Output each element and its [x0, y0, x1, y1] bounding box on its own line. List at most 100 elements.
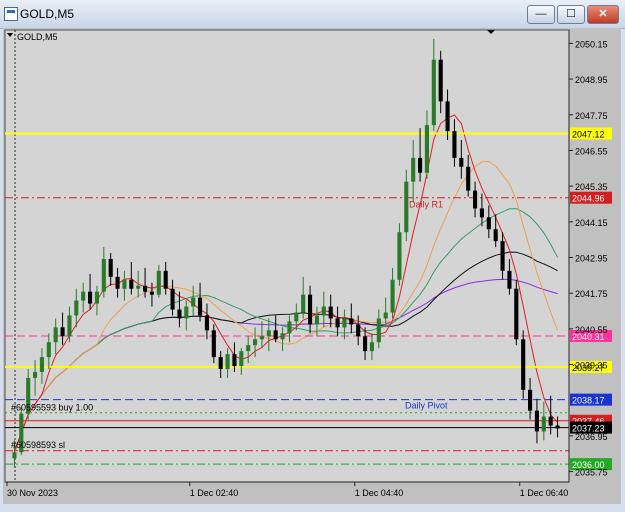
- level-price-tag: 2038.17: [570, 393, 612, 406]
- candle-body: [301, 294, 306, 313]
- candle-body: [211, 330, 216, 358]
- chart-frame: 2047.12 2044.96 2040.31 2039.27 2038.17 2037.…: [3, 28, 621, 504]
- candle-body: [500, 241, 505, 271]
- candle-body: [376, 318, 381, 343]
- candle-body: [397, 232, 402, 280]
- price-axis-label: 2050.15: [575, 39, 608, 49]
- stop-loss-label: #60598593 sl: [11, 440, 65, 450]
- time-axis-label: 1 Dec 02:40: [190, 488, 239, 498]
- candle-body: [136, 285, 141, 289]
- chart-symbol-label: GOLD,M5: [17, 32, 58, 42]
- level-price-tag-text: 2038.17: [572, 396, 605, 406]
- buy-order-label: #60595593 buy 1.00: [11, 403, 93, 413]
- candle-body: [521, 339, 526, 390]
- candle-body: [328, 306, 333, 319]
- daily-pivot-label: Daily Pivot: [405, 401, 448, 411]
- candle-body: [363, 336, 368, 352]
- candle-body: [88, 291, 93, 304]
- candle-body: [53, 327, 58, 343]
- chart-plot-area: [4, 29, 570, 483]
- candle-body: [459, 157, 464, 167]
- level-price-tag: 2044.96: [570, 191, 612, 204]
- candle-body: [383, 312, 388, 319]
- candle-body: [246, 345, 251, 352]
- level-price-tag: 2047.12: [570, 127, 612, 140]
- candle-body: [308, 294, 313, 325]
- price-axis-label: 2041.75: [575, 289, 608, 299]
- price-axis-label: 2035.75: [575, 468, 608, 478]
- maximize-button[interactable]: ☐: [557, 5, 585, 24]
- candle-body: [218, 357, 223, 369]
- candle-body: [342, 318, 347, 328]
- time-axis-label: 30 Nov 2023: [7, 488, 58, 498]
- level-price-tag-text: 2047.12: [572, 129, 605, 139]
- time-axis-label: 1 Dec 06:40: [520, 488, 569, 498]
- candle-body: [507, 270, 512, 289]
- candle-body: [473, 190, 478, 209]
- candle-body: [528, 389, 533, 411]
- mt-chart-window: GOLD,M5 — ☐ ✕ 2047.12 2044.96 2040.31 2039.…: [0, 0, 625, 512]
- time-axis-label: 1 Dec 04:40: [355, 488, 404, 498]
- candle-body: [452, 131, 457, 158]
- candle-body: [424, 125, 429, 173]
- candle-body: [239, 351, 244, 367]
- candle-body: [129, 279, 134, 289]
- candle-body: [108, 258, 113, 277]
- candle-body: [204, 315, 209, 331]
- candle-body: [273, 330, 278, 340]
- candle-body: [177, 309, 182, 319]
- candle-body: [445, 101, 450, 132]
- price-axis-label: 2036.95: [575, 432, 608, 442]
- chart-window-icon: [4, 7, 18, 21]
- candle-body: [404, 181, 409, 233]
- candle-body: [369, 342, 374, 352]
- candle-body: [149, 291, 154, 295]
- price-axis-label: 2047.75: [575, 111, 608, 121]
- candle-body: [74, 300, 79, 316]
- candle-body: [225, 354, 230, 369]
- price-axis-label: 2044.15: [575, 218, 608, 228]
- candle-body: [314, 315, 319, 325]
- candle-body: [156, 270, 161, 295]
- candle-body: [115, 276, 120, 289]
- candle-body: [493, 229, 498, 242]
- price-chart[interactable]: 2047.122044.962040.312039.272038.172037.…: [3, 28, 621, 504]
- price-axis-label: 2042.95: [575, 253, 608, 263]
- candle-body: [67, 315, 72, 337]
- candle-body: [191, 297, 196, 307]
- price-axis-label: 2040.55: [575, 325, 608, 335]
- level-price-tag-text: 2044.96: [572, 194, 605, 204]
- candle-body: [466, 166, 471, 191]
- minimize-button[interactable]: —: [527, 5, 555, 24]
- candle-body: [438, 59, 443, 102]
- window-titlebar[interactable]: GOLD,M5 — ☐ ✕: [0, 0, 625, 29]
- close-button[interactable]: ✕: [587, 5, 619, 24]
- candle-body: [94, 291, 99, 304]
- candle-body: [198, 297, 203, 316]
- candle-body: [12, 452, 17, 459]
- candle-body: [46, 342, 51, 358]
- candle-body: [33, 371, 38, 378]
- candle-body: [253, 339, 258, 346]
- candle-body: [479, 208, 484, 218]
- candle-body: [287, 321, 292, 334]
- candle-body: [122, 279, 127, 289]
- candle-body: [321, 306, 326, 316]
- candle-body: [411, 157, 416, 182]
- price-axis-label: 2048.95: [575, 75, 608, 85]
- candle-body: [335, 318, 340, 328]
- candle-body: [163, 270, 168, 289]
- candle-body: [486, 217, 491, 230]
- daily-r1-label: Daily R1: [409, 200, 443, 210]
- window-title: GOLD,M5: [20, 7, 75, 21]
- candle-body: [431, 59, 436, 126]
- candle-body: [259, 336, 264, 340]
- candle-body: [280, 333, 285, 340]
- candle-body: [266, 330, 271, 337]
- candle-body: [39, 357, 44, 372]
- candle-body: [294, 312, 299, 322]
- price-axis-label: 2046.55: [575, 146, 608, 156]
- candle-body: [184, 306, 189, 319]
- candle-body: [418, 157, 423, 173]
- candle-body: [555, 425, 560, 429]
